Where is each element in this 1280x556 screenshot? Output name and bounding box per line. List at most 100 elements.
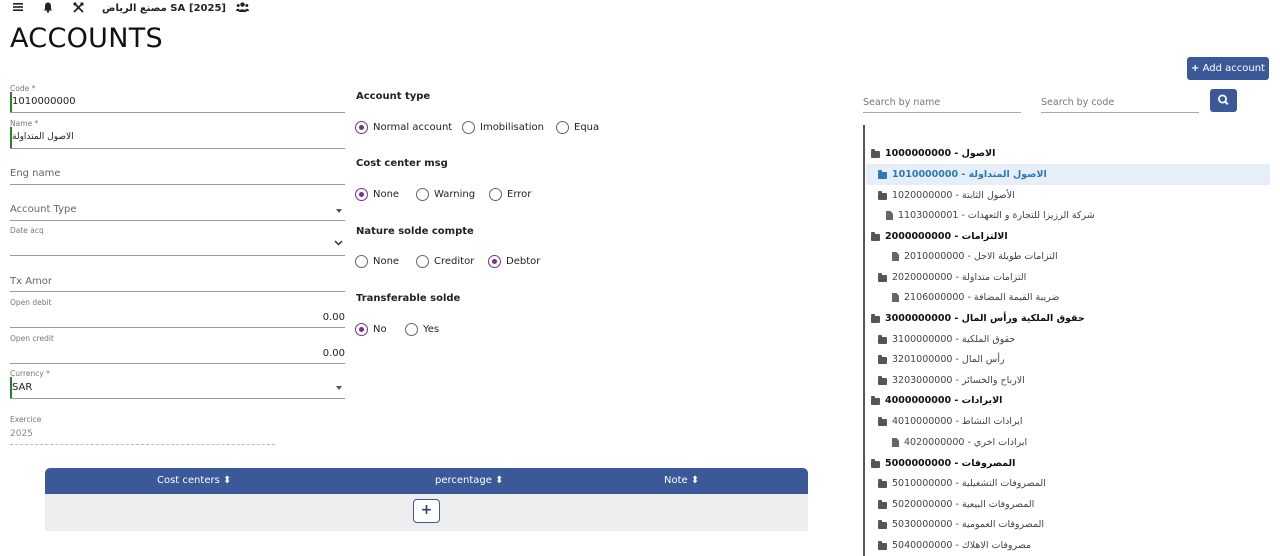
tree-node-label: ضريبة القيمة المضافة - 2106000000: [904, 292, 1060, 303]
radio-nature-none[interactable]: None: [355, 255, 399, 268]
radio-label: Equa: [574, 122, 600, 133]
tree-node[interactable]: الالتزامات - 2000000000: [871, 231, 1008, 242]
radio-circle[interactable]: [556, 121, 569, 134]
tree-node[interactable]: حقوق الملكية - 3100000000: [878, 334, 1015, 345]
radio-circle[interactable]: [416, 255, 429, 268]
name-input[interactable]: الاصول المتداولة: [12, 132, 74, 142]
tools-icon[interactable]: [73, 2, 84, 18]
search-icon: [1218, 94, 1229, 105]
tree-node[interactable]: المصروفات التشغيلية - 5010000000: [878, 478, 1046, 489]
tree-node[interactable]: الأصول الثابتة - 1020000000: [878, 190, 1015, 201]
radio-cc-warning[interactable]: Warning: [416, 188, 475, 201]
add-cost-center-button[interactable]: +: [413, 499, 440, 523]
open-credit-input[interactable]: 0.00: [323, 348, 345, 359]
tree-node[interactable]: الايرادات - 4000000000: [871, 395, 1002, 406]
tree-node[interactable]: الاصول - 1000000000: [871, 148, 995, 159]
tree-node[interactable]: ضريبة القيمة المضافة - 2106000000: [892, 292, 1059, 303]
radio-circle[interactable]: [405, 323, 418, 336]
folder-icon: [878, 354, 887, 364]
radio-circle[interactable]: [355, 255, 368, 268]
radio-nature-creditor[interactable]: Creditor: [416, 255, 474, 268]
column-label: Note: [664, 475, 688, 486]
open-debit-field[interactable]: Open debit 0.00: [10, 298, 345, 328]
users-icon[interactable]: [236, 2, 249, 17]
page-title: ACCOUNTS: [10, 23, 163, 54]
eng-name-input[interactable]: Eng name: [10, 168, 61, 179]
search-button[interactable]: [1210, 89, 1237, 112]
radio-circle[interactable]: [488, 255, 501, 268]
tree-node[interactable]: شركة الرزيزا للتجارة و التعهدات - 110300…: [886, 210, 1095, 221]
radio-transfer-no[interactable]: No: [355, 323, 387, 336]
column-header-note[interactable]: Note ⬍: [664, 475, 699, 486]
sort-icon[interactable]: ⬍: [223, 475, 231, 486]
tree-node[interactable]: المصروفات - 5000000000: [871, 458, 1015, 469]
search-by-code-input[interactable]: Search by code: [1041, 90, 1199, 113]
tree-node[interactable]: التزامات متداولة - 2020000000: [878, 272, 1026, 283]
date-acq-field[interactable]: Date acq: [10, 226, 345, 257]
company-name[interactable]: مصنع الرياض SA: [102, 2, 185, 16]
radio-cc-none[interactable]: None: [355, 188, 399, 201]
add-account-button[interactable]: + Add account: [1187, 57, 1269, 80]
sort-icon[interactable]: ⬍: [691, 475, 699, 486]
cost-centers-table-header: Cost centers ⬍ percentage ⬍ Note ⬍: [45, 468, 808, 494]
tree-node[interactable]: الارباح والخسائر - 3203000000: [878, 375, 1025, 386]
radio-label: Debtor: [506, 256, 541, 267]
tx-amor-input[interactable]: Tx Amor: [10, 276, 52, 287]
column-header-percentage[interactable]: percentage ⬍: [435, 475, 504, 486]
folder-icon: [878, 272, 887, 282]
code-input[interactable]: 1010000000: [12, 96, 76, 107]
radio-circle[interactable]: [355, 323, 368, 336]
open-credit-field[interactable]: Open credit 0.00: [10, 334, 345, 364]
tree-node[interactable]: ايرادات اخري - 4020000000: [892, 437, 1027, 448]
dropdown-caret-icon: [336, 209, 342, 213]
tree-node[interactable]: المصروفات العمومية - 5030000000: [878, 519, 1044, 530]
menu-icon[interactable]: [13, 2, 23, 17]
tx-amor-underline: [10, 291, 345, 292]
open-debit-label: Open debit: [10, 298, 52, 307]
currency-label: Currency *: [10, 369, 50, 378]
open-debit-input[interactable]: 0.00: [323, 312, 345, 323]
currency-select[interactable]: Currency * SAR: [10, 369, 345, 400]
tree-node[interactable]: مصروفات الاهلاك - 5040000000: [878, 540, 1031, 551]
tree-node[interactable]: رأس المال - 3201000000: [878, 354, 1005, 365]
tree-node[interactable]: حقوق الملكية ورأس المال - 3000000000: [871, 313, 1085, 324]
bell-icon[interactable]: [43, 2, 53, 18]
tree-node-label: ايرادات النشاط - 4010000000: [892, 416, 1023, 427]
tx-amor-field[interactable]: Tx Amor: [10, 268, 345, 294]
chevron-down-icon[interactable]: [334, 239, 343, 249]
radio-nature-debtor[interactable]: Debtor: [488, 255, 540, 268]
radio-circle[interactable]: [355, 121, 368, 134]
radio-cc-error[interactable]: Error: [489, 188, 531, 201]
search-by-name-placeholder: Search by name: [863, 97, 941, 108]
column-label: Cost centers: [157, 475, 220, 486]
radio-equa[interactable]: Equa: [556, 121, 599, 134]
tree-node[interactable]: ايرادات النشاط - 4010000000: [878, 416, 1022, 427]
sort-icon[interactable]: ⬍: [495, 475, 503, 486]
tree-node-label: رأس المال - 3201000000: [892, 354, 1005, 365]
radio-imobilisation[interactable]: Imobilisation: [462, 121, 544, 134]
tree-node[interactable]: التزامات طويلة الاجل - 2010000000: [892, 251, 1058, 262]
fiscal-year[interactable]: [2025]: [189, 2, 226, 16]
tree-node[interactable]: الاصول المتداولة - 1010000000: [878, 169, 1047, 180]
tree-node[interactable]: المصروفات البيعية - 5020000000: [878, 499, 1034, 510]
tree-node-label: حقوق الملكية - 3100000000: [892, 334, 1016, 345]
name-field[interactable]: Name * الاصول المتداولة: [10, 119, 345, 150]
radio-circle[interactable]: [489, 188, 502, 201]
radio-transfer-yes[interactable]: Yes: [405, 323, 439, 336]
folder-icon: [871, 395, 880, 405]
radio-circle[interactable]: [416, 188, 429, 201]
search-by-name-input[interactable]: Search by name: [863, 90, 1021, 113]
folder-icon: [878, 540, 887, 550]
eng-name-field[interactable]: Eng name: [10, 160, 345, 186]
radio-normal-account[interactable]: Normal account: [355, 121, 452, 134]
column-header-cost-centers[interactable]: Cost centers ⬍: [157, 475, 231, 486]
open-credit-label: Open credit: [10, 334, 54, 343]
account-type-select[interactable]: Account Type: [10, 196, 345, 222]
exercice-field: Exercice 2025: [10, 415, 275, 445]
radio-circle[interactable]: [355, 188, 368, 201]
radio-circle[interactable]: [462, 121, 475, 134]
tree-node-label: الالتزامات - 2000000000: [885, 231, 1008, 242]
currency-underline: [10, 398, 345, 399]
tree-node-label: المصروفات - 5000000000: [885, 458, 1016, 469]
code-field[interactable]: Code * 1010000000: [10, 84, 345, 114]
